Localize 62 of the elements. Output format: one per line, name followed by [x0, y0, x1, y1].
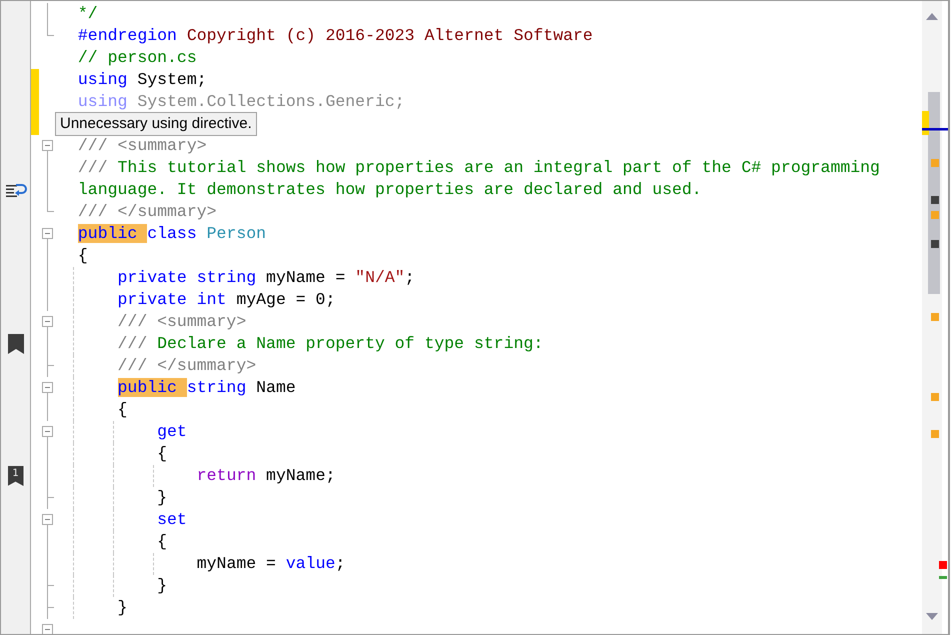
- code-text: myAge = 0;: [235, 290, 336, 309]
- fold-line: [47, 498, 48, 509]
- word-wrap-icon: [4, 181, 26, 199]
- bookmark-icon: [8, 334, 24, 354]
- code-keyword: string: [196, 268, 256, 287]
- collapse-icon[interactable]: [42, 140, 53, 151]
- doc-comment: /// <summary>: [118, 312, 246, 331]
- code-text: {: [157, 444, 168, 463]
- code-keyword: public: [78, 224, 148, 243]
- code-comment: This tutorial shows how properties are an integral part of the C# programming: [116, 158, 880, 177]
- code-text: ;: [335, 554, 346, 573]
- code-keyword: value: [286, 554, 336, 573]
- collapse-icon[interactable]: [42, 316, 53, 327]
- collapse-icon[interactable]: [42, 514, 53, 525]
- code-keyword: public: [118, 378, 187, 397]
- fold-line: [47, 366, 48, 377]
- code-text: }: [157, 576, 168, 595]
- code-text: }: [157, 488, 168, 507]
- code-keyword: private: [118, 268, 187, 287]
- doc-comment: /// </summary>: [78, 202, 217, 221]
- code-text: myName =: [265, 268, 346, 287]
- preprocessor-directive: #endregion: [78, 26, 177, 45]
- code-text: }: [118, 598, 128, 617]
- doc-comment: /// </summary>: [118, 356, 256, 375]
- region-text: Copyright (c) 2016-2023 Alternet Software: [186, 26, 593, 45]
- code-text: Name: [255, 378, 296, 397]
- scroll-up-arrow-icon[interactable]: [926, 13, 938, 20]
- fold-line: [47, 586, 48, 597]
- doc-comment: ///: [118, 334, 148, 353]
- code-keyword: private: [118, 290, 187, 309]
- string-literal: "N/A": [355, 268, 405, 287]
- code-keyword: using: [78, 70, 128, 89]
- code-text: {: [157, 532, 168, 551]
- numbered-bookmark-icon: 1: [8, 466, 24, 486]
- collapse-icon[interactable]: [42, 382, 53, 393]
- code-comment: // person.cs: [78, 48, 197, 67]
- code-text: {: [118, 400, 128, 419]
- fold-line: [47, 608, 48, 619]
- code-comment: language. It demonstrates how properties are declared and used.: [78, 180, 702, 199]
- doc-comment: ///: [78, 158, 108, 177]
- type-name: Person: [206, 224, 266, 243]
- control-keyword: return: [196, 466, 256, 485]
- code-keyword: string: [186, 378, 246, 397]
- collapse-icon[interactable]: [42, 228, 53, 239]
- scroll-down-arrow-icon[interactable]: [926, 613, 938, 620]
- code-keyword: set: [157, 510, 187, 529]
- code-text: System;: [136, 70, 207, 89]
- code-text: myName;: [265, 466, 336, 485]
- unused-keyword: using: [78, 92, 128, 111]
- collapse-icon[interactable]: [42, 426, 53, 437]
- code-text: ;: [404, 268, 415, 287]
- code-keyword: int: [196, 290, 226, 309]
- unused-code: System.Collections.Generic;: [136, 92, 405, 111]
- code-keyword: class: [147, 224, 197, 243]
- doc-comment: /// <summary>: [78, 136, 207, 155]
- code-text: {: [78, 246, 88, 265]
- tooltip: Unnecessary using directive.: [55, 112, 257, 136]
- code-comment: Declare a Name property of type string:: [156, 334, 544, 353]
- code-keyword: get: [157, 422, 187, 441]
- code-text: myName =: [196, 554, 277, 573]
- code-comment: */: [78, 4, 98, 23]
- collapse-icon[interactable]: [42, 624, 53, 634]
